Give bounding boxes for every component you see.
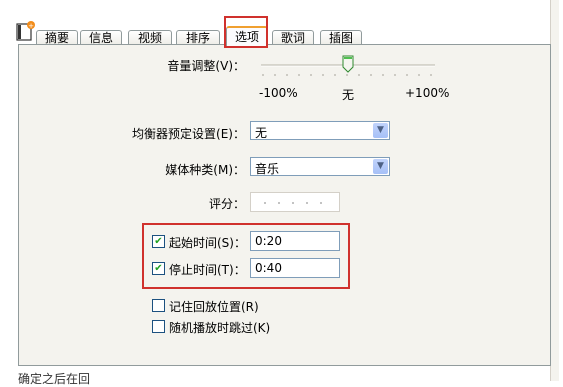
tab-label: 歌词 <box>280 31 305 45</box>
media-kind-select[interactable]: 音乐 ▼ <box>250 157 390 176</box>
tab-label: 视频 <box>137 31 162 45</box>
remember-position-checkbox[interactable] <box>152 299 165 312</box>
volume-min-label: -100% <box>259 86 298 100</box>
rating-field[interactable] <box>250 192 340 212</box>
rating-label: 评分： <box>208 197 245 211</box>
tab-label: 信息 <box>88 31 113 45</box>
tab-label: 插图 <box>328 31 353 45</box>
svg-text:+: + <box>28 22 34 30</box>
volume-slider-thumb[interactable] <box>342 55 354 73</box>
tab-label: 摘要 <box>44 31 69 45</box>
window-scrollbar[interactable] <box>550 0 559 381</box>
volume-max-label: +100% <box>405 86 450 100</box>
remember-position-label: 记住回放位置(R) <box>169 300 259 314</box>
tab-label: 排序 <box>185 31 210 45</box>
equalizer-label: 均衡器预定设置(E)： <box>132 127 245 141</box>
skip-shuffle-label: 随机播放时跳过(K) <box>169 321 271 335</box>
equalizer-select[interactable]: 无 ▼ <box>250 121 390 140</box>
volume-label: 音量调整(V)： <box>167 59 245 73</box>
highlight-box-tab <box>224 16 268 48</box>
volume-mid-label: 无 <box>342 88 355 102</box>
highlight-box-times <box>142 223 350 289</box>
rating-dots <box>264 202 322 204</box>
equalizer-value: 无 <box>255 126 268 140</box>
app-icon: + <box>16 20 36 42</box>
skip-shuffle-checkbox[interactable] <box>152 320 165 333</box>
media-kind-value: 音乐 <box>255 162 280 176</box>
media-kind-label: 媒体种类(M)： <box>165 163 245 177</box>
chevron-down-icon[interactable]: ▼ <box>373 123 388 138</box>
chevron-down-icon[interactable]: ▼ <box>373 159 388 174</box>
caption-text: 确定之后在回 <box>18 372 91 386</box>
